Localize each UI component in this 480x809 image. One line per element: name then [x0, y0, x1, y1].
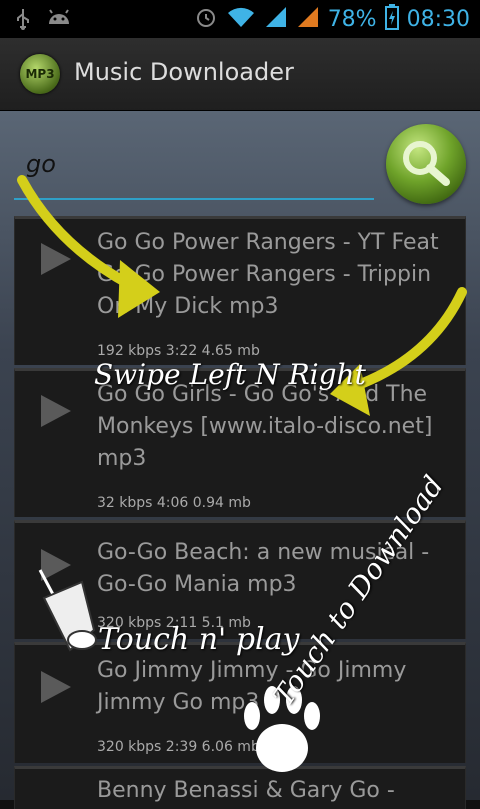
play-icon[interactable]: [35, 391, 75, 435]
swipe-hint: Swipe Left N Right: [94, 358, 366, 391]
list-item[interactable]: Go Jimmy Jimmy - Go Jimmy Jimmy Go mp3 3…: [14, 642, 466, 763]
list-item[interactable]: Benny Benassi & Gary Go -: [14, 766, 466, 809]
status-bar: 78% 08:30: [0, 0, 480, 38]
play-icon[interactable]: [35, 239, 75, 283]
track-meta: 32 kbps 4:06 0.94 mb: [97, 495, 251, 511]
android-debug-icon: [46, 8, 72, 34]
track-title: Go Go Girls - Go Go's And The Monkeys [w…: [97, 382, 433, 471]
action-bar: MP3 Music Downloader: [0, 38, 480, 111]
search-input[interactable]: go: [14, 140, 374, 200]
search-button[interactable]: [386, 124, 466, 204]
track-meta: 320 kbps 2:39 6.06 mb: [97, 739, 260, 755]
track-title: Benny Benassi & Gary Go -: [97, 778, 395, 803]
list-item[interactable]: Go Go Power Rangers - YT Feat Go Go Powe…: [14, 216, 466, 365]
signal-icon-2: [296, 5, 320, 33]
play-icon[interactable]: [35, 545, 75, 589]
touch-play-hint: Touch n' play: [98, 622, 300, 657]
search-icon: [398, 138, 454, 194]
usb-icon: [14, 8, 32, 34]
clock: 08:30: [406, 6, 470, 32]
app-title: Music Downloader: [74, 58, 294, 86]
battery-charging-icon: [384, 4, 399, 34]
signal-icon-1: [264, 5, 288, 33]
wifi-icon: [226, 5, 256, 33]
app-logo: MP3: [20, 54, 60, 94]
battery-percent: 78%: [327, 6, 377, 32]
track-title: Go Go Power Rangers - YT Feat Go Go Powe…: [97, 230, 439, 319]
alarm-icon: [194, 5, 218, 33]
search-query: go: [26, 150, 56, 178]
play-icon[interactable]: [35, 667, 75, 711]
track-meta: 192 kbps 3:22 4.65 mb: [97, 343, 260, 359]
